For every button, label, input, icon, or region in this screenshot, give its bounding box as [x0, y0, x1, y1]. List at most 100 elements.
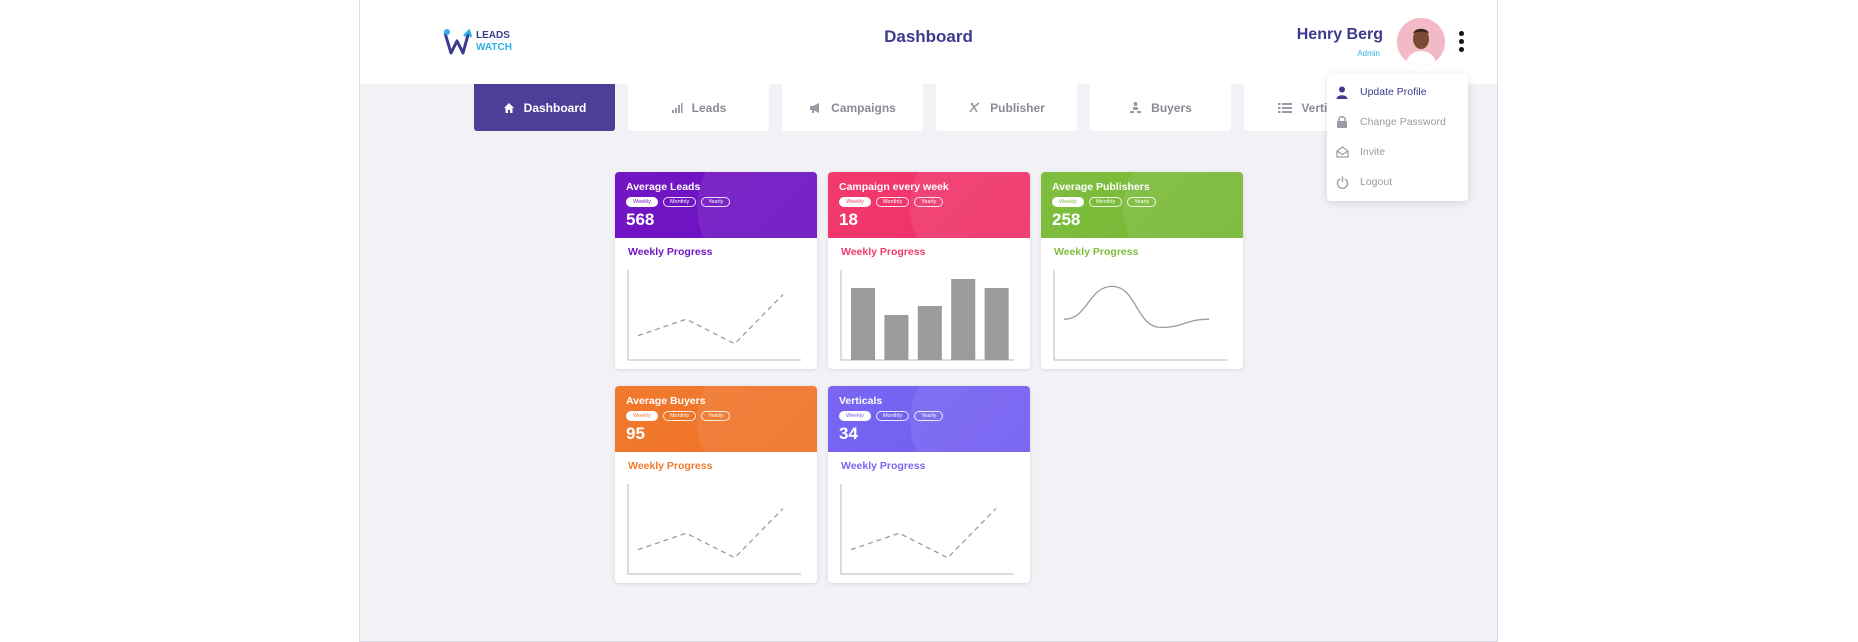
envelope-icon [1335, 146, 1349, 158]
period-pills: Weekly Monthly Yearly [626, 197, 806, 207]
mini-chart [627, 484, 801, 575]
chart-line [637, 294, 784, 345]
megaphone-icon [809, 102, 822, 114]
card-header: Campaign every week Weekly Monthly Yearl… [828, 172, 1030, 238]
menu-item-label: Update Profile [1360, 86, 1427, 98]
chart-axis [627, 484, 801, 575]
chart-axis [840, 484, 1014, 575]
pill-yearly[interactable]: Yearly [701, 197, 731, 207]
more-menu-icon[interactable] [1456, 31, 1466, 55]
card-average-publishers[interactable]: Average Publishers Weekly Monthly Yearly… [1041, 172, 1243, 369]
menu-item-label: Change Password [1360, 116, 1446, 128]
card-average-leads[interactable]: Average Leads Weekly Monthly Yearly 568 … [615, 172, 817, 369]
card-subtitle: Weekly Progress [628, 460, 713, 472]
tab-label: Buyers [1151, 100, 1192, 115]
lock-icon [1335, 115, 1349, 129]
pill-yearly[interactable]: Yearly [914, 197, 944, 207]
card-title: Average Publishers [1052, 181, 1150, 193]
chart-bar [984, 288, 1009, 360]
chart-axis [627, 270, 801, 361]
card-subtitle: Weekly Progress [1054, 246, 1139, 258]
card-value: 95 [626, 424, 645, 443]
nav-tabs: Dashboard Leads Campaigns Publisher Buye… [474, 84, 1385, 131]
menu-item-update-profile[interactable]: Update Profile [1327, 77, 1468, 107]
tab-label: Campaigns [831, 100, 896, 115]
tab-label: Dashboard [523, 100, 587, 115]
chart-line [1063, 285, 1210, 329]
publisher-icon [968, 101, 981, 114]
card-title: Average Leads [626, 181, 701, 193]
menu-item-logout[interactable]: Logout [1327, 167, 1468, 197]
card-subtitle: Weekly Progress [841, 246, 926, 258]
avatar[interactable] [1397, 18, 1445, 66]
card-verticals[interactable]: Verticals Weekly Monthly Yearly 34 Weekl… [828, 386, 1030, 583]
power-icon [1335, 176, 1349, 189]
menu-item-invite[interactable]: Invite [1327, 137, 1468, 167]
pill-weekly[interactable]: Weekly [839, 411, 871, 421]
period-pills: Weekly Monthly Yearly [839, 411, 1019, 421]
period-pills: Weekly Monthly Yearly [626, 411, 806, 421]
mini-chart [840, 270, 1014, 361]
card-header: Verticals Weekly Monthly Yearly 34 [828, 386, 1030, 452]
mini-chart [1053, 270, 1227, 361]
user-icon [1335, 86, 1349, 99]
pill-yearly[interactable]: Yearly [1127, 197, 1157, 207]
chart-bar [851, 288, 876, 360]
pill-weekly[interactable]: Weekly [626, 411, 658, 421]
tab-leads[interactable]: Leads [628, 84, 769, 131]
profile-dropdown: Update Profile Change Password Invite Lo… [1327, 73, 1468, 201]
chart-line [850, 508, 997, 559]
card-title: Campaign every week [839, 181, 949, 193]
mini-chart [840, 484, 1014, 575]
card-subtitle: Weekly Progress [841, 460, 926, 472]
card-value: 18 [839, 210, 858, 229]
tab-label: Publisher [990, 100, 1045, 115]
chart-axis [1053, 270, 1227, 361]
chart-line [637, 508, 784, 559]
mini-chart [627, 270, 801, 361]
user-name[interactable]: Henry Berg [1297, 26, 1383, 44]
card-value: 34 [839, 424, 858, 443]
list-icon [1278, 102, 1293, 114]
card-header: Average Publishers Weekly Monthly Yearly… [1041, 172, 1243, 238]
menu-item-change-password[interactable]: Change Password [1327, 107, 1468, 137]
card-header: Average Leads Weekly Monthly Yearly 568 [615, 172, 817, 238]
pill-monthly[interactable]: Monthly [662, 197, 697, 207]
pill-yearly[interactable]: Yearly [914, 411, 944, 421]
tab-buyers[interactable]: Buyers [1090, 84, 1231, 131]
pill-monthly[interactable]: Monthly [875, 197, 910, 207]
period-pills: Weekly Monthly Yearly [839, 197, 1019, 207]
menu-item-label: Logout [1360, 176, 1393, 188]
chart-bar [951, 279, 976, 360]
period-pills: Weekly Monthly Yearly [1052, 197, 1232, 207]
pill-weekly[interactable]: Weekly [839, 197, 871, 207]
card-value: 568 [626, 210, 655, 229]
avatar-image [1397, 18, 1445, 66]
user-role: Admin [1357, 49, 1380, 58]
pill-monthly[interactable]: Monthly [1088, 197, 1123, 207]
pill-yearly[interactable]: Yearly [701, 411, 731, 421]
pill-weekly[interactable]: Weekly [1052, 197, 1084, 207]
menu-item-label: Invite [1360, 146, 1386, 158]
pill-weekly[interactable]: Weekly [626, 197, 658, 207]
card-average-buyers[interactable]: Average Buyers Weekly Monthly Yearly 95 … [615, 386, 817, 583]
card-value: 258 [1052, 210, 1081, 229]
pill-monthly[interactable]: Monthly [662, 411, 697, 421]
app-frame: LEADS WATCH Dashboard Henry Berg Admin D… [359, 0, 1498, 642]
home-icon [503, 102, 515, 114]
chart-bar [917, 306, 942, 360]
card-campaign-every-week[interactable]: Campaign every week Weekly Monthly Yearl… [828, 172, 1030, 369]
bar-chart-icon [671, 102, 683, 114]
tab-campaigns[interactable]: Campaigns [782, 84, 923, 131]
tab-label: Leads [691, 100, 727, 115]
pill-monthly[interactable]: Monthly [875, 411, 910, 421]
card-subtitle: Weekly Progress [628, 246, 713, 258]
card-title: Average Buyers [626, 395, 706, 407]
tab-publisher[interactable]: Publisher [936, 84, 1077, 131]
chart-bar [884, 315, 909, 360]
tab-dashboard[interactable]: Dashboard [474, 84, 615, 131]
card-header: Average Buyers Weekly Monthly Yearly 95 [615, 386, 817, 452]
top-bar: LEADS WATCH Dashboard Henry Berg Admin [360, 0, 1497, 84]
card-title: Verticals [839, 395, 883, 407]
buyers-icon [1129, 101, 1142, 114]
